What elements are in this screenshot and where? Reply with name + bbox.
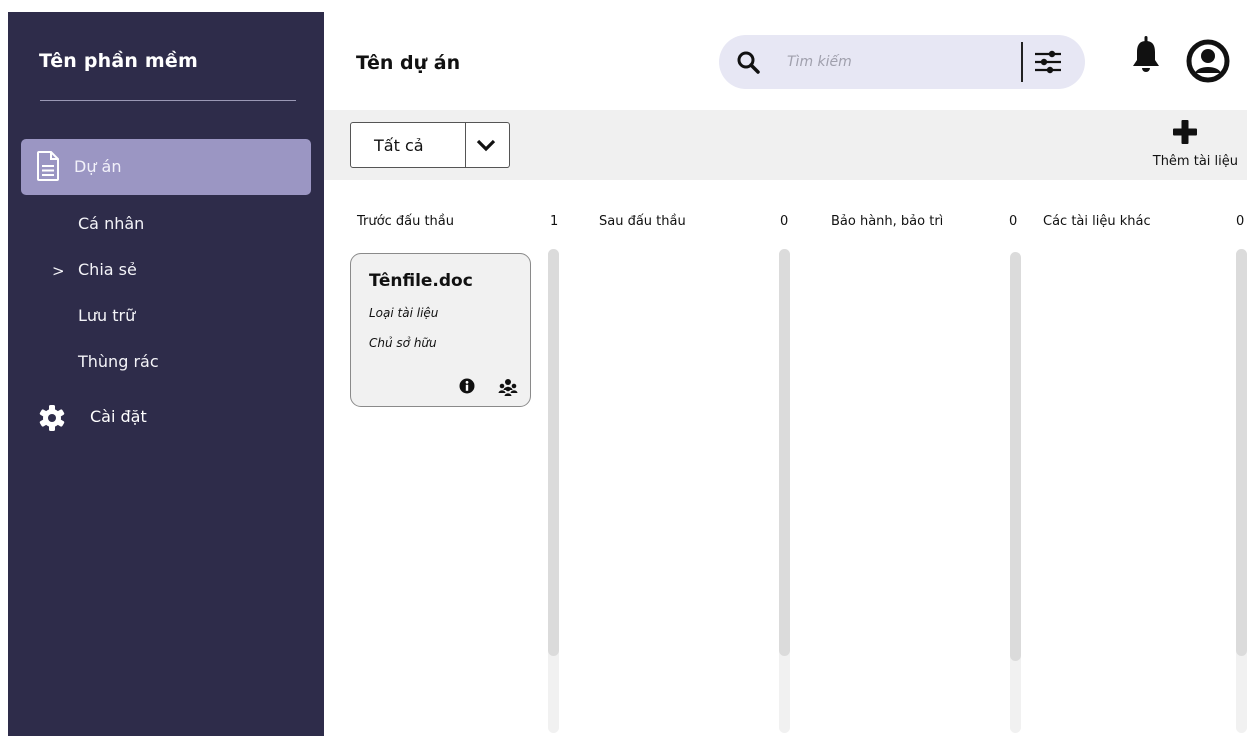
sidebar: Tên phần mềm Dự án Cá nhân > Chia sẻ Lưu…	[8, 12, 324, 736]
toolbar: Tất cả Thêm tài liệu	[324, 110, 1247, 180]
search-icon[interactable]	[736, 50, 760, 74]
column-scrollbar[interactable]	[1010, 252, 1021, 733]
filter-sliders-icon[interactable]	[1033, 48, 1063, 76]
gear-icon	[39, 405, 65, 431]
scrollbar-thumb[interactable]	[1236, 249, 1247, 656]
chevron-down-icon[interactable]	[475, 135, 497, 155]
search-input[interactable]	[787, 50, 1007, 74]
column-count: 0	[1009, 214, 1018, 229]
search-separator	[1021, 42, 1023, 82]
column-title-other-docs: Các tài liệu khác	[1043, 214, 1151, 229]
bell-icon[interactable]	[1130, 36, 1162, 76]
sidebar-item-trash[interactable]: Thùng rác	[78, 352, 159, 371]
column-scrollbar[interactable]	[779, 249, 790, 733]
document-icon	[37, 151, 59, 181]
column-count: 0	[780, 214, 789, 229]
page-title: Tên dự án	[356, 52, 461, 74]
add-document-button[interactable]: Thêm tài liệu	[1134, 118, 1244, 178]
document-card[interactable]: Tênfile.doc Loại tài liệu Chủ sở hữu	[350, 253, 531, 407]
sidebar-item-shared[interactable]: Chia sẻ	[78, 260, 137, 279]
column-title-post-bidding: Sau đấu thầu	[599, 214, 686, 229]
user-avatar-icon[interactable]	[1186, 39, 1230, 83]
column-title-warranty: Bảo hành, bảo trì	[831, 214, 944, 229]
scrollbar-thumb[interactable]	[779, 249, 790, 656]
app-title: Tên phần mềm	[39, 50, 198, 72]
chevron-right-icon[interactable]: >	[52, 262, 65, 280]
sidebar-divider	[40, 100, 296, 101]
sidebar-item-projects[interactable]: Dự án	[21, 139, 311, 195]
column-count: 1	[550, 214, 559, 229]
info-icon[interactable]	[459, 378, 475, 394]
card-filename: Tênfile.doc	[369, 271, 473, 291]
search-bar	[719, 35, 1085, 89]
card-owner: Chủ sở hữu	[369, 336, 437, 350]
plus-icon	[1173, 120, 1197, 144]
column-count: 0	[1236, 214, 1245, 229]
filter-select-value: Tất cả	[374, 136, 424, 155]
column-title-pre-bidding: Trước đấu thầu	[357, 214, 454, 229]
sidebar-item-label: Dự án	[74, 157, 122, 176]
add-document-label: Thêm tài liệu	[1152, 154, 1238, 169]
column-scrollbar[interactable]	[1236, 249, 1247, 733]
column-scrollbar[interactable]	[548, 249, 559, 733]
users-group-icon[interactable]	[498, 378, 518, 396]
sidebar-item-label: Cài đặt	[90, 407, 147, 426]
filter-select[interactable]: Tất cả	[350, 122, 510, 168]
card-document-type: Loại tài liệu	[369, 306, 439, 320]
sidebar-item-archive[interactable]: Lưu trữ	[78, 306, 135, 325]
select-divider	[465, 123, 466, 167]
scrollbar-thumb[interactable]	[548, 249, 559, 656]
scrollbar-thumb[interactable]	[1010, 252, 1021, 661]
sidebar-item-personal[interactable]: Cá nhân	[78, 214, 144, 233]
